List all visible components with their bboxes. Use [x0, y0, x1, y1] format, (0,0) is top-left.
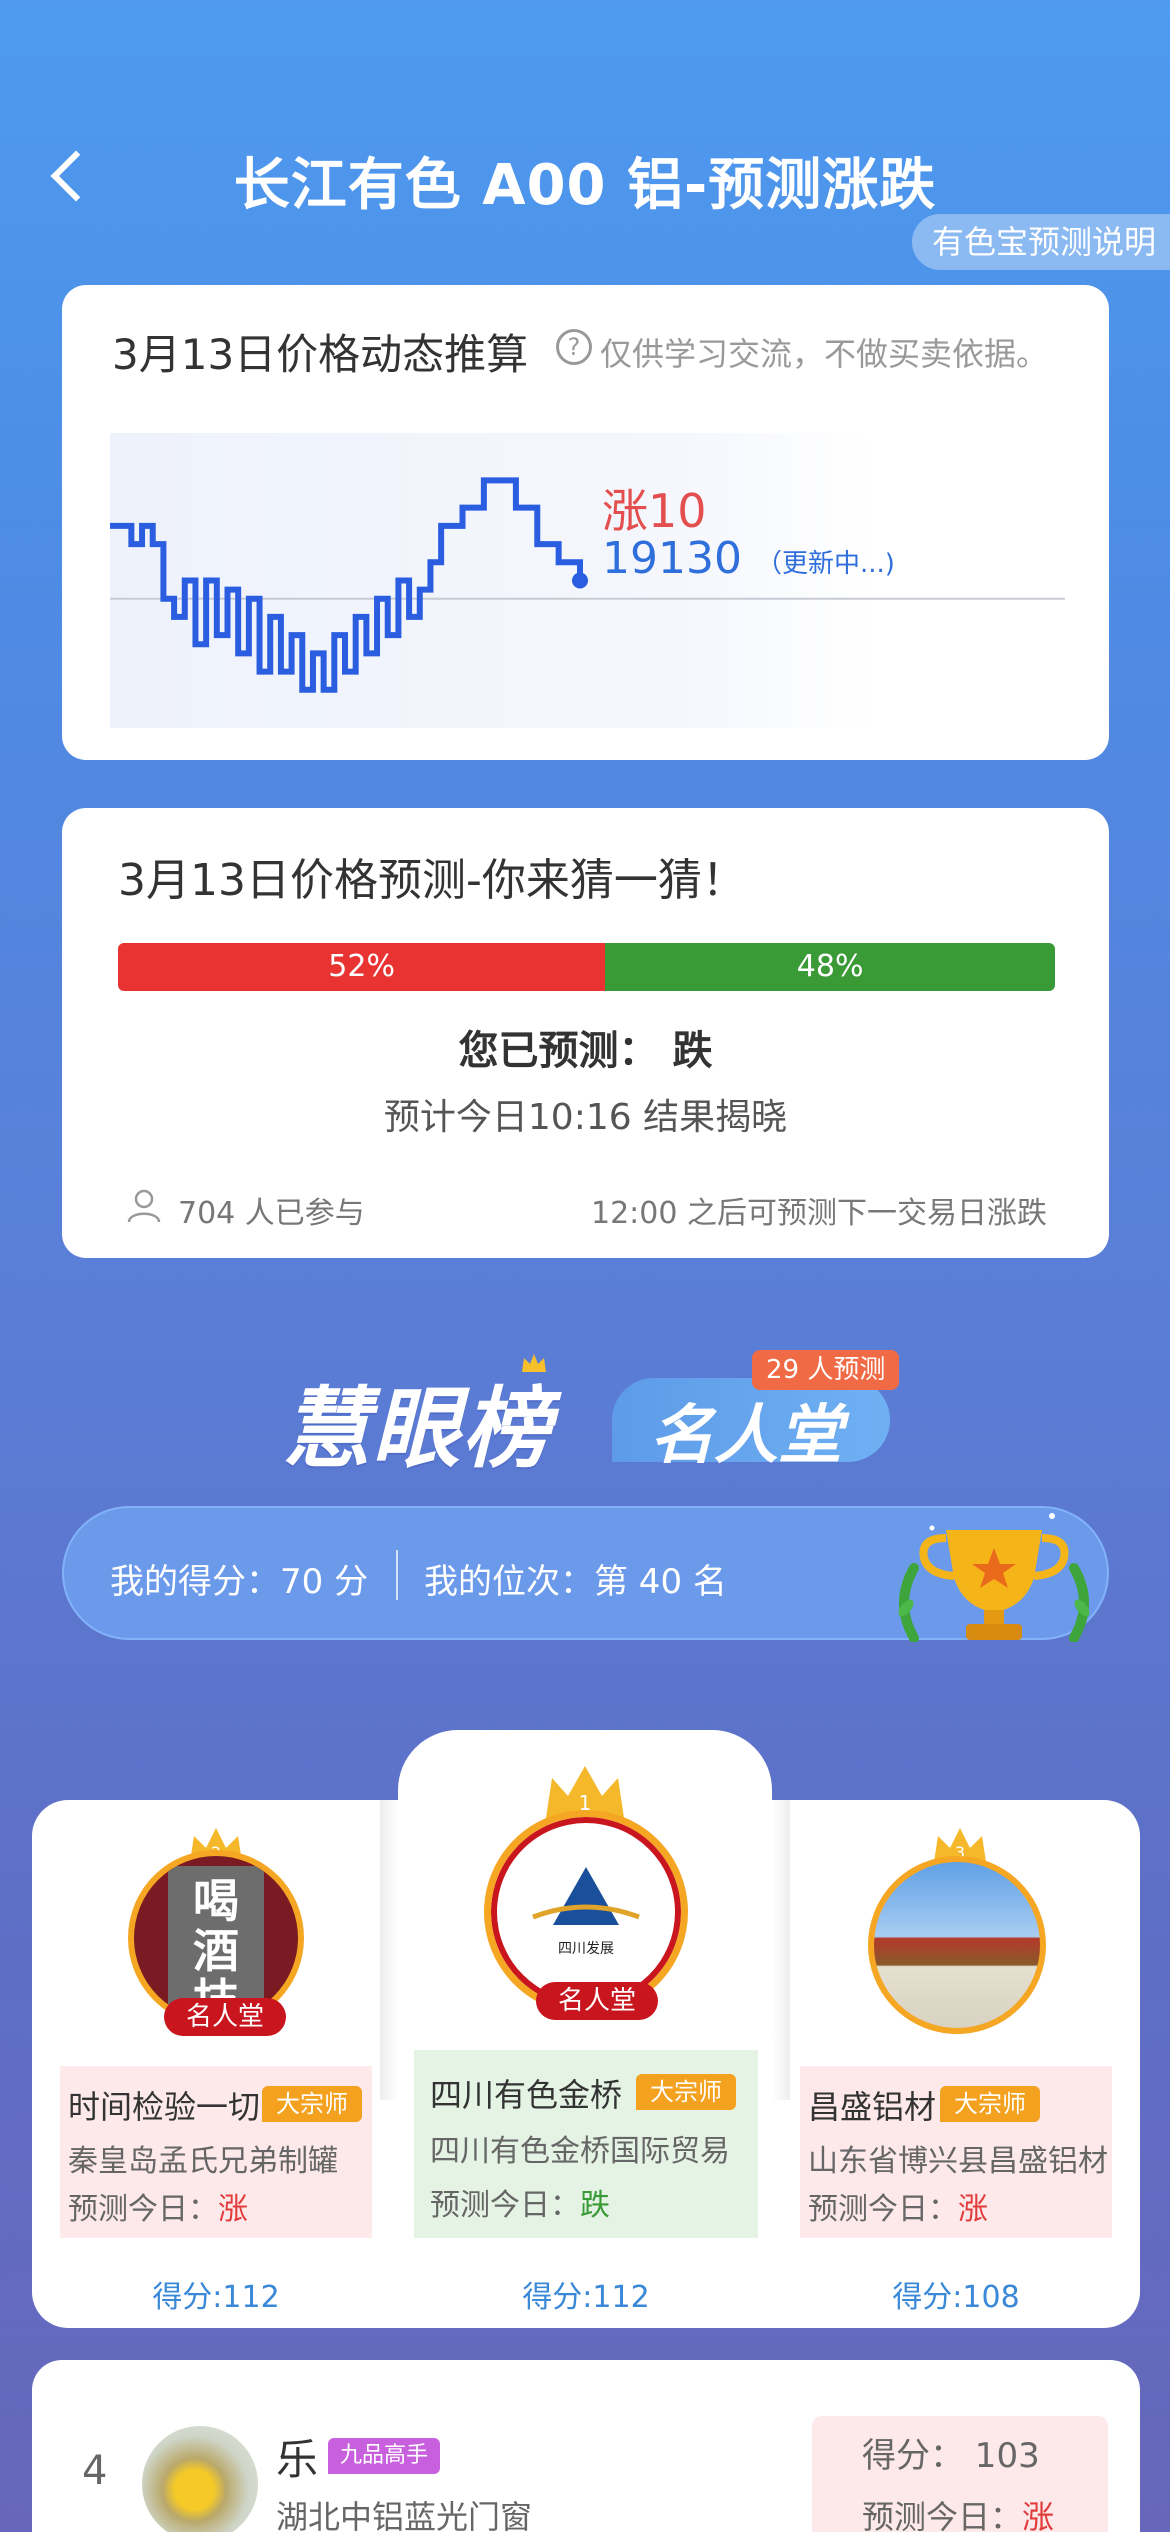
my-rank: 我的位次：第 40 名: [424, 1562, 727, 1602]
company-name: 山东省博兴县昌盛铝材: [808, 2144, 1108, 2179]
price-card-title: 3月13日价格动态推算: [112, 330, 529, 379]
today-prediction: 预测今日：涨: [68, 2192, 248, 2227]
avatar[interactable]: [142, 2426, 258, 2532]
next-prediction-info: 12:00 之后可预测下一交易日涨跌: [591, 1196, 1047, 1231]
podium-separator: [772, 1800, 790, 2100]
price-chart: [110, 433, 1065, 728]
entry-info: 四川有色金桥 大宗师 四川有色金桥国际贸易 预测今日：跌: [414, 2050, 758, 2238]
user-icon: [127, 1189, 161, 1223]
rank-number: 4: [82, 2448, 108, 2494]
leaderboard-logo: 慧眼榜: [282, 1377, 553, 1480]
leaderboard-row[interactable]: 4 乐 九品高手 湖北中铝蓝光门窗 得分： 103 预测今日：涨: [32, 2360, 1140, 2532]
predict-count-badge: 29 人预测: [752, 1350, 900, 1390]
today-prediction: 预测今日：跌: [430, 2188, 610, 2223]
user-name: 昌盛铝材: [808, 2088, 937, 2126]
price-series-line: [110, 477, 583, 693]
question-icon[interactable]: ?: [556, 329, 592, 365]
svg-text:四川发展: 四川发展: [558, 1941, 614, 1957]
today-prediction: 预测今日：涨: [862, 2498, 1055, 2532]
prediction-title: 3月13日价格预测-你来猜一猜！: [118, 855, 746, 906]
podium-separator: [380, 1800, 398, 2100]
participant-count: 704 人已参与: [178, 1196, 365, 1231]
entry-info: 时间检验一切 大宗师 秦皇岛孟氏兄弟制罐 预测今日：涨: [60, 2066, 372, 2238]
your-prediction: 您已预测： 跌: [458, 1028, 713, 1074]
latest-point: [572, 572, 588, 589]
score: 得分:108: [892, 2280, 1020, 2315]
trophy-icon: [898, 1513, 1090, 1642]
level-badge: 大宗师: [636, 2074, 736, 2110]
user-name: 四川有色金桥: [430, 2076, 623, 2114]
prediction-help-link[interactable]: 有色宝预测说明: [911, 214, 1170, 270]
avatar[interactable]: [868, 1856, 1046, 2034]
hall-of-fame-tag: 名人堂: [164, 1998, 287, 2036]
level-badge: 大宗师: [940, 2086, 1040, 2122]
price-change: 涨10: [602, 484, 707, 538]
score: 得分:112: [152, 2280, 280, 2315]
vote-ratio-bar: 52% 48%: [118, 943, 1055, 991]
level-badge: 九品高手: [328, 2438, 441, 2474]
price-line-chart: [110, 477, 1065, 693]
reveal-time: 预计今日10:16 结果揭晓: [383, 1097, 788, 1138]
my-score-bar: 我的得分：70 分 我的位次：第 40 名: [62, 1506, 1109, 1642]
hall-of-fame-label[interactable]: 名人堂: [650, 1384, 842, 1476]
prediction-card: 3月13日价格预测-你来猜一猜！ 52% 48% 您已预测： 跌 预计今日10:…: [62, 808, 1109, 1258]
page-title: 长江有色 A00 铝-预测涨跌: [233, 153, 937, 218]
company-name: 秦皇岛孟氏兄弟制罐: [68, 2144, 338, 2179]
score: 得分： 103: [862, 2436, 1040, 2476]
hall-of-fame-tag: 名人堂: [536, 1982, 659, 2020]
divider: [396, 1550, 398, 1600]
entry-info: 昌盛铝材 大宗师 山东省博兴县昌盛铝材 预测今日：涨: [800, 2066, 1112, 2238]
price-dynamics-card: 3月13日价格动态推算 ? 仅供学习交流，不做买卖依据。 涨10 19130 （…: [62, 285, 1109, 760]
user-name: 乐: [276, 2435, 319, 2484]
company-logo: 四川发展: [532, 1867, 640, 1957]
current-price: 19130: [602, 533, 742, 584]
company-name: 湖北中铝蓝光门窗: [276, 2498, 533, 2532]
update-status: （更新中...): [756, 549, 895, 579]
disclaimer-text: 仅供学习交流，不做买卖依据。: [600, 335, 1049, 373]
company-name: 四川有色金桥国际贸易: [430, 2134, 730, 2169]
vote-down-share: 48%: [605, 943, 1055, 991]
vote-up-share: 52%: [118, 943, 606, 991]
level-badge: 大宗师: [262, 2086, 362, 2122]
today-prediction: 预测今日：涨: [808, 2192, 988, 2227]
score: 得分:112: [522, 2280, 650, 2315]
my-score: 我的得分：70 分: [110, 1562, 369, 1602]
entry-score-box: 得分： 103 预测今日：涨: [812, 2416, 1108, 2532]
crown-icon: [522, 1354, 546, 1372]
user-name: 时间检验一切: [68, 2088, 261, 2126]
